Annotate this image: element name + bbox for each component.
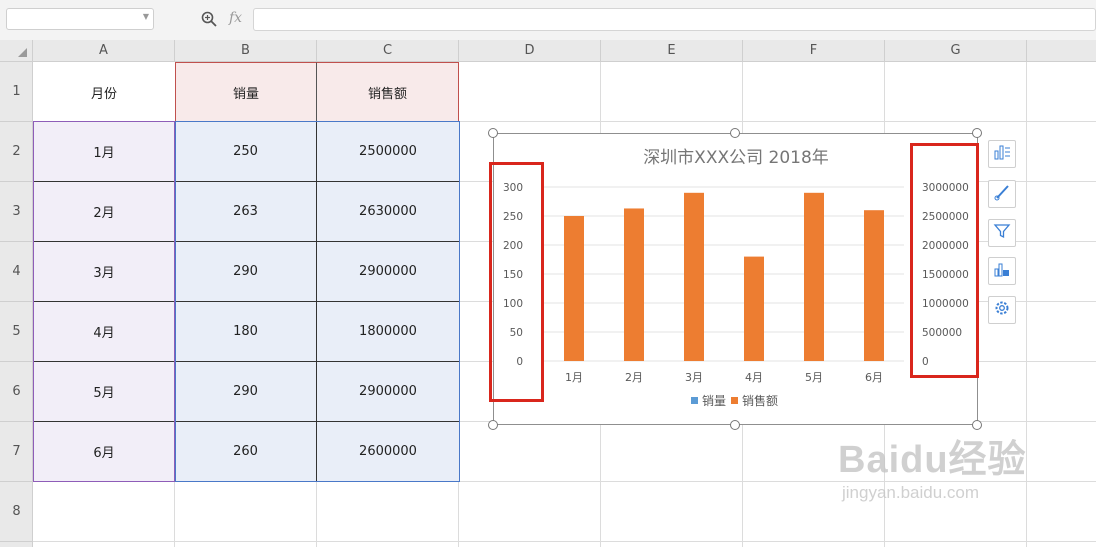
legend-label-sales-qty: 销量 [702,394,726,408]
month-cell[interactable]: 6月 [33,422,175,482]
month-cell[interactable]: 1月 [33,122,175,182]
header-cell-sales-qty[interactable]: 销量 [175,62,317,122]
column-header-f[interactable]: F [743,40,885,61]
name-box[interactable]: ▼ [6,8,154,30]
x-axis-tick-label: 3月 [685,371,703,384]
chart-settings-button[interactable] [988,296,1016,324]
primary-axis-highlight [489,162,544,402]
row-header-2[interactable]: 2 [0,122,33,182]
legend-marker-sales-qty [691,397,698,404]
bar-sales-amount [864,210,884,361]
sales-qty-cell[interactable]: 290 [175,362,317,422]
bar-sales-amount [744,256,764,361]
sales-amount-cell[interactable]: 2600000 [317,422,459,482]
bar-sales-amount [564,216,584,361]
column-header-g[interactable]: G [885,40,1027,61]
bar-sales-amount [624,208,644,361]
chart-title: 深圳市XXX公司 2018年 [643,148,829,168]
row-header-6[interactable]: 6 [0,362,33,422]
header-cell-month[interactable]: 月份 [33,62,175,122]
row-header-4[interactable]: 4 [0,242,33,302]
chart-filter-icon [993,222,1011,244]
header-cell-sales-amount[interactable]: 销售额 [317,62,459,122]
column-header-a[interactable]: A [33,40,175,61]
chart-elements-icon [993,143,1011,165]
formula-input[interactable] [253,8,1096,31]
chart-type-icon [993,260,1011,282]
column-header-h[interactable]: H [1027,40,1096,61]
formula-bar: ▼ fx [0,0,1096,40]
row-headers: 1 2 3 4 5 6 7 8 [0,62,33,547]
resize-handle-b[interactable] [730,420,740,430]
zoom-icon[interactable] [201,11,217,31]
column-header-d[interactable]: D [459,40,601,61]
month-cell[interactable]: 3月 [33,242,175,302]
row-header-5[interactable]: 5 [0,302,33,362]
secondary-axis-highlight [910,143,979,378]
watermark-url: jingyan.baidu.com [842,483,980,502]
sales-qty-cell[interactable]: 290 [175,242,317,302]
x-axis-tick-label: 1月 [565,371,583,384]
bar-sales-amount [684,192,704,361]
chart-type-button[interactable] [988,257,1016,285]
chart-svg: 深圳市XXX公司 2018年30025020015010050030000002… [503,148,969,408]
row-header-1[interactable]: 1 [0,62,33,122]
name-box-dropdown-icon[interactable]: ▼ [143,12,149,21]
sales-qty-cell[interactable]: 250 [175,122,317,182]
sales-amount-cell[interactable]: 1800000 [317,302,459,362]
month-cell[interactable]: 2月 [33,182,175,242]
column-header-b[interactable]: B [175,40,317,61]
month-cell[interactable]: 5月 [33,362,175,422]
chart-filter-button[interactable] [988,219,1016,247]
select-all-corner[interactable] [0,40,33,61]
resize-handle-tr[interactable] [972,128,982,138]
month-cell[interactable]: 4月 [33,302,175,362]
sales-amount-cell[interactable]: 2900000 [317,242,459,302]
legend-label-sales-amount: 销售额 [742,393,778,408]
chart-settings-icon [993,299,1011,321]
chart-elements-button[interactable] [988,140,1016,168]
fx-button[interactable]: fx [229,10,242,26]
resize-handle-tl[interactable] [488,128,498,138]
x-axis-tick-label: 5月 [805,371,823,384]
column-header-c[interactable]: C [317,40,459,61]
resize-handle-bl[interactable] [488,420,498,430]
x-axis-tick-label: 4月 [745,371,763,384]
x-axis-tick-label: 2月 [625,371,643,384]
row-header-3[interactable]: 3 [0,182,33,242]
chart-style-icon [993,183,1011,205]
column-header-e[interactable]: E [601,40,743,61]
legend-marker-sales-amount [731,397,738,404]
chart-style-button[interactable] [988,180,1016,208]
resize-handle-t[interactable] [730,128,740,138]
sales-qty-cell[interactable]: 180 [175,302,317,362]
bar-sales-amount [804,192,824,361]
column-headers: A B C D E F G H [0,40,1096,62]
chart-area[interactable]: 深圳市XXX公司 2018年 300 250 200 150 100 50 0 3000000 2… [493,133,978,425]
sales-amount-cell[interactable]: 2630000 [317,182,459,242]
sales-qty-cell[interactable]: 260 [175,422,317,482]
sales-amount-cell[interactable]: 2500000 [317,122,459,182]
sales-amount-cell[interactable]: 2900000 [317,362,459,422]
watermark-logo-text: Baidu经验 [838,439,1027,481]
row-header-8[interactable]: 8 [0,482,33,542]
sales-qty-cell[interactable]: 263 [175,182,317,242]
baidu-watermark: Baidu经验 jingyan.baidu.com [838,428,1027,503]
row-header-7[interactable]: 7 [0,422,33,482]
x-axis-tick-label: 6月 [865,371,883,384]
